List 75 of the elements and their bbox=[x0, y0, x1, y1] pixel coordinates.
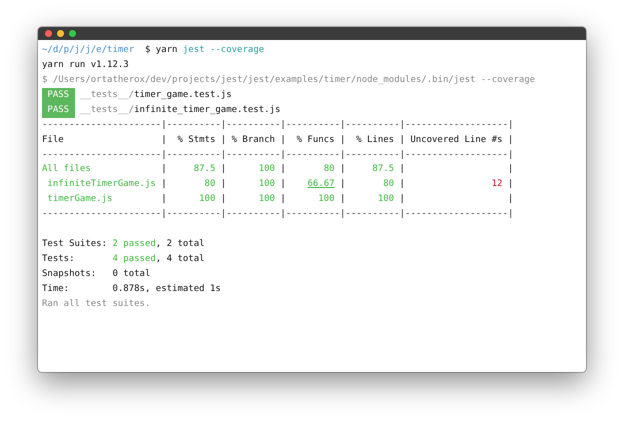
file-name-cell: infiniteTimerGame.js bbox=[47, 179, 156, 190]
prompt-path: ~/d/p/j/j/e/timer bbox=[42, 44, 134, 57]
window-control-button[interactable] bbox=[57, 30, 64, 37]
coverage-value-cell: 100 bbox=[258, 164, 275, 174]
command-text: yarn bbox=[156, 44, 178, 57]
test-file-name: infinite_timer_game.test.js bbox=[134, 104, 280, 117]
column-divider: | bbox=[280, 178, 286, 192]
summary-value: , 2 total bbox=[156, 238, 205, 251]
output-text: $ /Users/ortatherox/dev/projects/jest/jest/examples/timer/node_modules/.bin/jest --coverage bbox=[42, 74, 536, 87]
command-args: jest --coverage bbox=[182, 44, 264, 57]
table-rule: ----------------------|----------|----------|----------|----------|-------------------| bbox=[42, 148, 514, 162]
column-divider: | bbox=[340, 134, 346, 147]
column-divider: | bbox=[340, 192, 346, 206]
passed-count: 2 passed bbox=[112, 238, 156, 251]
column-divider: | bbox=[400, 163, 405, 176]
coverage-value-cell: 100 bbox=[258, 194, 275, 204]
column-divider: | bbox=[508, 192, 514, 206]
window-control-button[interactable] bbox=[45, 30, 52, 37]
column-divider: | bbox=[280, 192, 286, 206]
coverage-value-cell: 87.5 bbox=[194, 164, 216, 174]
summary-label: Time: bbox=[42, 284, 70, 294]
summary-label: Test Suites: bbox=[42, 238, 108, 249]
coverage-value-cell: 80 bbox=[204, 179, 216, 190]
test-directory: __tests__/ bbox=[80, 89, 134, 102]
file-name-cell: All files bbox=[42, 164, 91, 174]
column-header: % Funcs bbox=[296, 134, 335, 145]
uncovered-lines-cell: 12 bbox=[492, 179, 502, 190]
output-text: yarn run v1.12.3 bbox=[42, 59, 129, 72]
column-divider: | bbox=[220, 163, 226, 176]
table-rule: ----------------------|----------|----------|----------|----------|-------------------| bbox=[42, 119, 514, 132]
column-divider: | bbox=[161, 192, 167, 206]
status-badge: PASS bbox=[42, 88, 74, 103]
column-header: % Lines bbox=[356, 134, 394, 145]
table-rule: ----------------------|----------|----------|----------|----------|-------------------| bbox=[42, 208, 514, 221]
window-control-button[interactable] bbox=[69, 30, 76, 37]
column-divider: | bbox=[400, 192, 405, 206]
column-divider: | bbox=[220, 178, 226, 192]
column-divider: | bbox=[508, 178, 514, 192]
test-directory: __tests__/ bbox=[80, 104, 134, 117]
column-divider: | bbox=[220, 192, 226, 206]
coverage-value-cell: 66.67 bbox=[307, 179, 335, 190]
summary-value: 0 total bbox=[112, 268, 150, 281]
coverage-value-cell: 100 bbox=[318, 194, 335, 204]
column-divider: | bbox=[280, 134, 286, 147]
coverage-value-cell: 80 bbox=[324, 164, 335, 174]
summary-label: Snapshots: bbox=[42, 268, 96, 279]
column-divider: | bbox=[161, 178, 167, 192]
coverage-value-cell: 100 bbox=[199, 194, 216, 204]
column-divider: | bbox=[508, 163, 514, 176]
column-divider: | bbox=[161, 163, 167, 176]
column-header: % Branch bbox=[232, 134, 275, 145]
coverage-value-cell: 87.5 bbox=[372, 164, 394, 174]
summary-value: 0.878s, estimated 1s bbox=[112, 282, 221, 296]
summary-value: , 4 total bbox=[156, 252, 205, 266]
prompt-symbol: $ bbox=[144, 44, 150, 57]
column-divider: | bbox=[340, 178, 346, 192]
footer-text: Ran all test suites. bbox=[42, 298, 150, 311]
summary-label: Tests: bbox=[42, 254, 75, 264]
column-divider: | bbox=[161, 134, 167, 147]
column-header: File bbox=[42, 134, 64, 145]
column-header: % Stmts bbox=[177, 134, 216, 145]
file-name-cell: timerGame.js bbox=[47, 194, 112, 204]
status-badge: PASS bbox=[42, 103, 74, 118]
coverage-value-cell: 80 bbox=[383, 179, 394, 190]
passed-count: 4 passed bbox=[112, 252, 156, 266]
column-divider: | bbox=[220, 134, 226, 147]
test-file-name: timer_game.test.js bbox=[134, 89, 232, 102]
column-divider: | bbox=[280, 163, 286, 176]
column-divider: | bbox=[400, 134, 405, 147]
column-divider: | bbox=[508, 134, 514, 147]
coverage-value-cell: 100 bbox=[258, 179, 275, 190]
column-divider: | bbox=[400, 178, 405, 192]
column-header: Uncovered Line #s bbox=[410, 134, 502, 145]
coverage-value-cell: 100 bbox=[378, 194, 394, 204]
column-divider: | bbox=[340, 163, 346, 176]
